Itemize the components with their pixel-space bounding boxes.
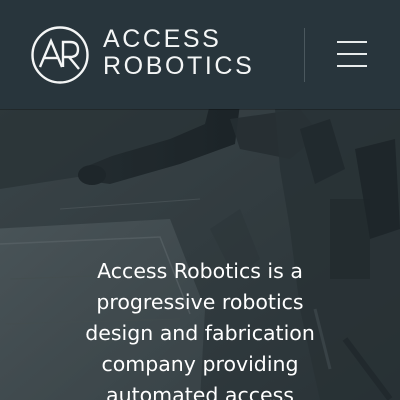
brand-wordmark: ACCESS ROBOTICS	[103, 26, 254, 80]
menu-bar-bottom	[337, 65, 367, 67]
header-divider	[304, 28, 305, 82]
site-header: AR ACCESS ROBOTICS	[0, 0, 400, 109]
home-logo-link[interactable]: AR ACCESS ROBOTICS	[30, 25, 270, 85]
hamburger-menu-button[interactable]	[334, 37, 370, 71]
hero-section: Access Robotics is a progressive robotic…	[0, 109, 400, 400]
menu-bar-top	[337, 41, 367, 43]
brand-line-2: ROBOTICS	[103, 52, 255, 80]
ar-monogram-logo-icon: AR	[30, 25, 89, 84]
menu-bar-middle	[337, 53, 367, 55]
hero-tagline: Access Robotics is a progressive robotic…	[85, 259, 315, 400]
logo-monogram: AR	[30, 25, 32, 26]
page: AR ACCESS ROBOTICS Access Robotics is a …	[0, 0, 400, 400]
brand-line-1: ACCESS	[103, 25, 222, 53]
